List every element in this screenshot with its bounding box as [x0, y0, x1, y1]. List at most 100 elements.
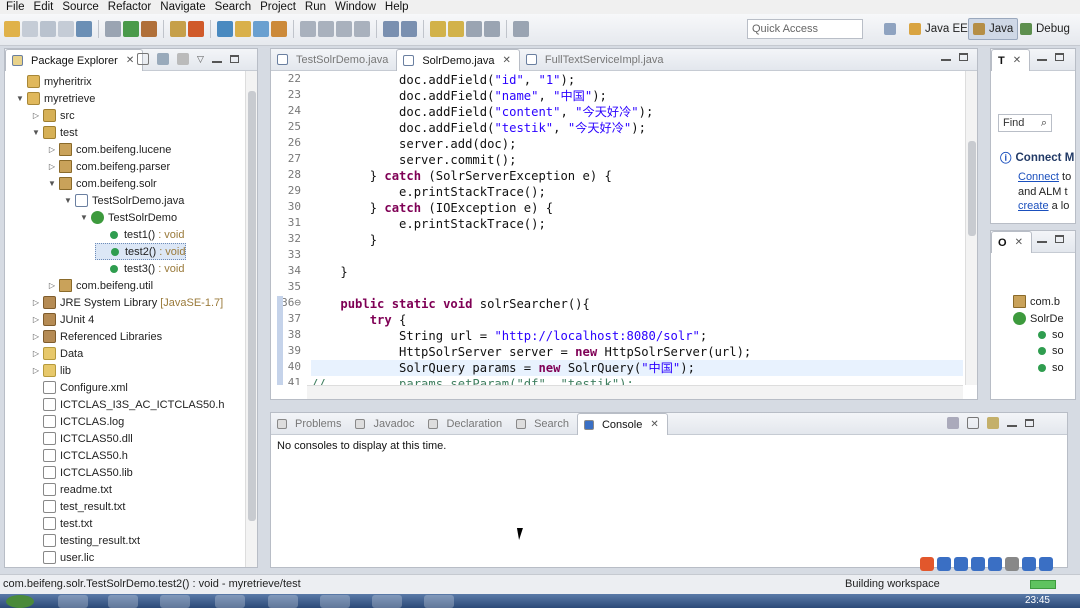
skip-breakpoints-icon[interactable]: [105, 21, 121, 37]
package-explorer-scrollbar[interactable]: [245, 71, 257, 567]
menu-refactor[interactable]: Refactor: [106, 1, 158, 13]
collapse-all-icon[interactable]: [137, 53, 149, 65]
tree-item[interactable]: testing_result.txt: [31, 532, 140, 549]
tree-item[interactable]: ICTCLAS50.lib: [31, 464, 133, 481]
tree-item[interactable]: test_result.txt: [31, 498, 125, 515]
minimize-icon[interactable]: [1007, 425, 1017, 427]
next-edit-icon[interactable]: [484, 21, 500, 37]
prev-edit-icon[interactable]: [466, 21, 482, 37]
code-editor[interactable]: 22 23 24 25 26 27 28 29 30 31 32 33 34 35 36⊖ 37 38 39 40 4…: [271, 71, 977, 385]
menu-run[interactable]: Run: [303, 1, 333, 13]
menu-navigate[interactable]: Navigate: [158, 1, 212, 13]
quick-access-input[interactable]: Quick Access: [747, 19, 863, 39]
expand-toggle-icon[interactable]: ▷: [31, 315, 41, 324]
close-icon[interactable]: ✕: [1013, 55, 1021, 66]
connect-link[interactable]: Connect: [1018, 171, 1059, 183]
minimize-icon[interactable]: [211, 61, 222, 63]
code-line[interactable]: doc.addField("testik", "今天好冷");: [311, 120, 646, 136]
open-perspective-button[interactable]: [880, 18, 900, 40]
ime-user-icon[interactable]: [1005, 557, 1019, 571]
open-console-icon[interactable]: [947, 417, 959, 429]
tab-javadoc[interactable]: Javadoc: [349, 413, 422, 434]
expand-toggle-icon[interactable]: ▷: [31, 349, 41, 358]
taskbar-chrome-icon[interactable]: [160, 595, 190, 608]
code-line[interactable]: public static void solrSearcher(){: [311, 296, 589, 312]
code-line[interactable]: String url = "http://localhost:8080/solr…: [311, 328, 707, 344]
maximize-icon[interactable]: [1055, 235, 1064, 243]
filter-icon[interactable]: [177, 53, 189, 65]
generic-tool-icon[interactable]: [513, 21, 529, 37]
expand-toggle-icon[interactable]: ▷: [47, 162, 57, 171]
ime-moon-icon[interactable]: [954, 557, 968, 571]
tree-item[interactable]: ▷ JRE System Library [JavaSE-1.7]: [31, 294, 223, 311]
editor-tab[interactable]: TestSolrDemo.java: [271, 49, 396, 70]
code-line[interactable]: doc.addField("content", "今天好冷");: [311, 104, 653, 120]
tree-item[interactable]: ▷ com.beifeng.lucene: [47, 141, 171, 158]
tree-item[interactable]: ▷ Referenced Libraries: [31, 328, 162, 345]
code-line[interactable]: e.printStackTrace();: [311, 184, 546, 200]
minimize-icon[interactable]: [1037, 241, 1047, 243]
print-icon[interactable]: [58, 21, 74, 37]
new-icon[interactable]: [4, 21, 20, 37]
outline-item[interactable]: com.b: [1013, 295, 1060, 308]
code-line[interactable]: } catch (IOException e) {: [311, 200, 553, 216]
taskbar-app3-icon[interactable]: [372, 595, 402, 608]
expand-toggle-icon[interactable]: ▷: [47, 145, 57, 154]
back-icon[interactable]: [383, 21, 399, 37]
code-line[interactable]: e.printStackTrace();: [311, 216, 546, 232]
tree-item[interactable]: ▷ JUnit 4: [31, 311, 94, 328]
maximize-icon[interactable]: [959, 53, 968, 61]
minimize-icon[interactable]: [1037, 59, 1047, 61]
tab-search[interactable]: Search: [510, 413, 577, 434]
expand-toggle-icon[interactable]: ▷: [47, 281, 57, 290]
menu-window[interactable]: Window: [333, 1, 383, 13]
view-menu-icon[interactable]: ▽: [197, 54, 204, 65]
expand-toggle-icon[interactable]: ▷: [31, 332, 41, 341]
expand-toggle-icon[interactable]: ▷: [31, 366, 41, 375]
ime-chinese-icon[interactable]: [937, 557, 951, 571]
save-all-icon[interactable]: [40, 21, 56, 37]
taskbar-explorer-icon[interactable]: [108, 595, 138, 608]
expand-toggle-icon[interactable]: ▼: [63, 196, 73, 205]
taskbar-app-icon[interactable]: [58, 595, 88, 608]
outline-item[interactable]: so: [1035, 362, 1064, 374]
expand-toggle-icon[interactable]: ▷: [31, 298, 41, 307]
next-annotation-icon[interactable]: [318, 21, 334, 37]
close-icon[interactable]: ✕: [126, 55, 134, 66]
code-line[interactable]: doc.addField("name", "中国");: [311, 88, 607, 104]
perspective-java[interactable]: Java: [968, 18, 1019, 40]
code-line[interactable]: } catch (SolrServerException e) {: [311, 168, 612, 184]
tree-item[interactable]: test2(): void: [95, 243, 187, 260]
editor-tab[interactable]: FullTextServiceImpl.java: [520, 49, 672, 70]
menu-file[interactable]: File: [4, 1, 32, 13]
tree-item[interactable]: ICTCLAS.log: [31, 413, 124, 430]
code-line[interactable]: // params.setParam("df", "testik");: [311, 376, 634, 385]
editor-tab[interactable]: SolrDemo.java ✕: [396, 49, 520, 71]
pin-editor-icon[interactable]: [430, 21, 446, 37]
link-with-editor-icon[interactable]: [157, 53, 169, 65]
expand-toggle-icon[interactable]: ▼: [47, 179, 57, 188]
editor-horizontal-scrollbar[interactable]: [307, 385, 963, 399]
tree-item[interactable]: test.txt: [31, 515, 92, 532]
ime-logo-icon[interactable]: [920, 557, 934, 571]
annotate-icon[interactable]: [271, 21, 287, 37]
minimize-icon[interactable]: [941, 59, 951, 61]
code-line[interactable]: server.add(doc);: [311, 136, 516, 152]
tree-item[interactable]: ▷ com.beifeng.util: [47, 277, 153, 294]
tree-item[interactable]: ▷ src: [31, 107, 75, 124]
perspective-java-ee[interactable]: Java EE: [905, 18, 972, 40]
code-line[interactable]: HttpSolrServer server = new HttpSolrServ…: [311, 344, 751, 360]
tree-item[interactable]: ▷ Data: [31, 345, 83, 362]
code-line[interactable]: doc.addField("id", "1");: [311, 72, 575, 88]
last-edit-icon[interactable]: [354, 21, 370, 37]
close-icon[interactable]: ✕: [650, 419, 658, 430]
tab-console[interactable]: Console ✕: [576, 413, 668, 435]
ime-keyboard-icon[interactable]: [988, 557, 1002, 571]
scrollbar-thumb[interactable]: [968, 141, 976, 236]
connect-link[interactable]: create: [1018, 200, 1049, 212]
tab-task-list[interactable]: T ✕: [991, 49, 1031, 71]
taskbar-app2-icon[interactable]: [268, 595, 298, 608]
menu-source[interactable]: Source: [60, 1, 105, 13]
outline-item[interactable]: SolrDe: [1013, 312, 1064, 325]
open-folder-icon[interactable]: [448, 21, 464, 37]
